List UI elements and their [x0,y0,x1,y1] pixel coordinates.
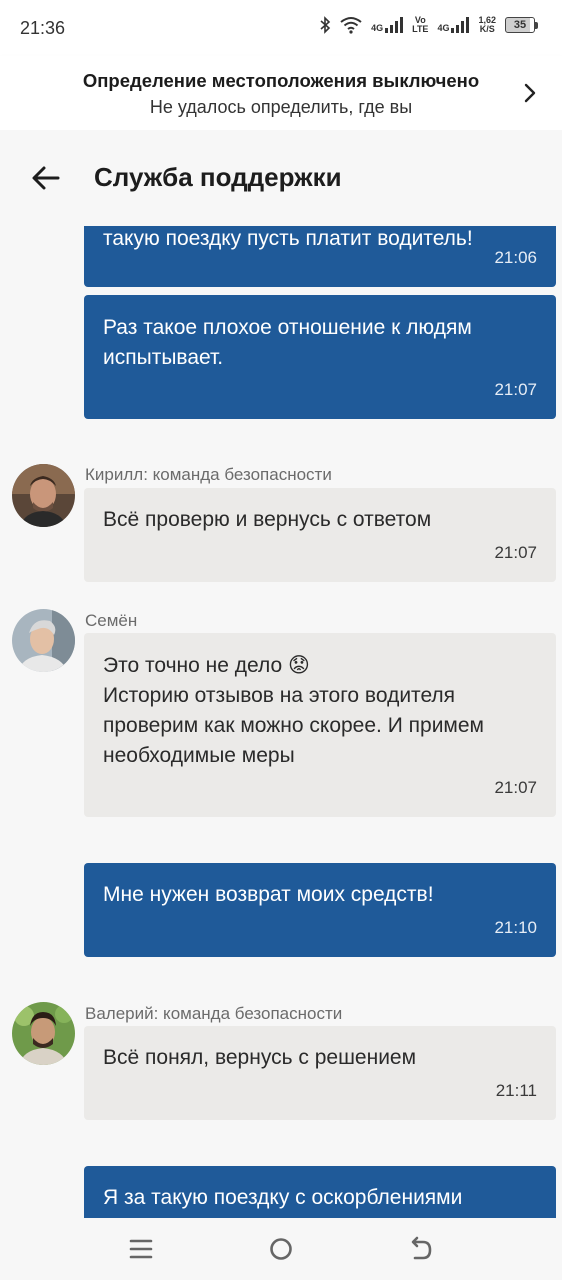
sender-name: Кирилл: команда безопасности [85,465,332,484]
menu-icon[interactable] [128,1236,154,1262]
bluetooth-icon [320,16,331,34]
message-text: Всё проверю и вернусь с ответом [103,508,432,531]
chat-header: Служба поддержки [0,130,562,226]
volte-indicator: Vo LTE [412,15,429,34]
sender-name: Семён [85,611,138,630]
network-type-label: 4G [371,23,384,33]
back-icon[interactable] [408,1236,434,1262]
network-type-label-2: 4G [437,23,450,33]
chat-messages[interactable]: такую поездку пусть платит водитель! 21:… [0,226,562,1218]
status-bar: 21:36 4G Vo LTE 4G 1,62 K/S 35 [0,0,562,56]
message-incoming[interactable]: Это точно не дело 😟 Историю отзывов на э… [84,633,556,817]
message-time: 21:10 [494,918,537,937]
message-outgoing[interactable]: Раз такое плохое отношение к людям испыт… [84,295,556,419]
status-icons: 4G Vo LTE 4G 1,62 K/S 35 [319,16,538,34]
battery-icon: 35 [505,17,538,33]
location-subtitle: Не удалось определить, где вы [149,97,413,117]
message-incoming[interactable]: Всё понял, вернусь с решением 21:11 [84,1026,556,1120]
sender-name: Валерий: команда безопасности [85,1004,343,1023]
system-nav-bar [0,1218,562,1280]
message-text: такую поездку пусть платит водитель! [103,227,473,250]
page-title: Служба поддержки [94,162,342,192]
message-time: 21:07 [494,778,537,797]
network-speed: 1,62 K/S [478,15,496,34]
message-time: 21:06 [494,248,537,267]
avatar[interactable] [12,1002,75,1065]
location-banner[interactable]: Определение местоположения выключено Не … [0,56,562,130]
message-text: Раз такое плохое отношение к людям испыт… [103,316,472,369]
chevron-right-icon[interactable] [520,82,540,104]
home-icon[interactable] [268,1236,294,1262]
avatar[interactable] [12,609,75,672]
message-text: Это точно не дело 😟 Историю отзывов на э… [103,654,484,767]
battery-level: 35 [505,17,535,33]
message-incoming[interactable]: Всё проверю и вернусь с ответом 21:07 [84,488,556,582]
message-outgoing[interactable]: Я за такую поездку с оскорблениями [84,1166,556,1218]
status-time: 21:36 [20,18,66,38]
message-time: 21:11 [495,1081,537,1100]
avatar[interactable] [12,464,75,527]
signal-icon-2: 4G [437,17,470,33]
signal-icon: 4G [371,17,404,33]
message-time: 21:07 [494,380,537,399]
message-text: Я за такую поездку с оскорблениями [103,1186,463,1209]
message-text: Всё понял, вернусь с решением [103,1046,417,1069]
back-arrow-icon[interactable] [30,162,62,194]
location-title: Определение местоположения выключено [82,70,480,91]
message-outgoing[interactable]: такую поездку пусть платит водитель! 21:… [84,226,556,287]
message-text: Мне нужен возврат моих средств! [103,883,434,906]
message-outgoing[interactable]: Мне нужен возврат моих средств! 21:10 [84,863,556,957]
message-time: 21:07 [494,543,537,562]
wifi-icon [340,17,362,34]
